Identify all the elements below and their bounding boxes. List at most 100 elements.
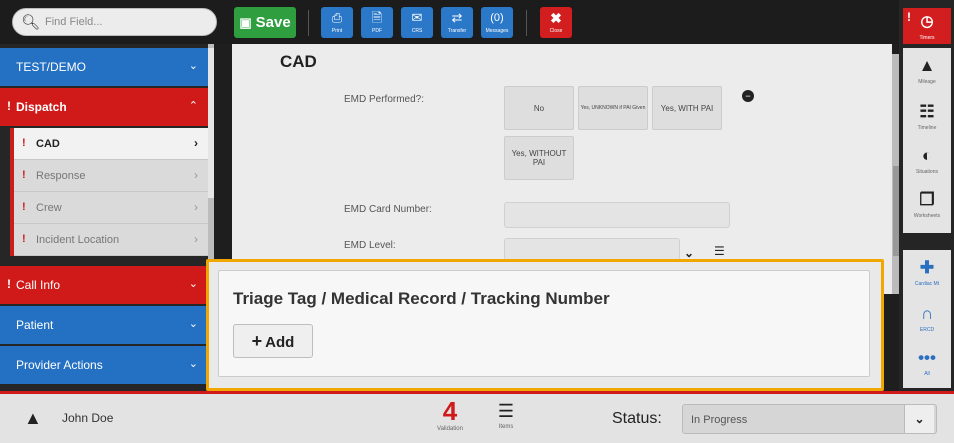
user-name: John Doe [62,411,114,425]
sidebar-item-label: Crew [36,202,62,214]
validation-button[interactable]: 4 Validation [430,396,470,432]
chevron-down-icon[interactable]: ⌄ [904,405,934,433]
rail-item-label: Situations [916,169,938,175]
rail-item-label: ERCD [919,327,935,333]
chevron-down-icon: ⌄ [188,60,198,72]
page-title: CAD [280,52,317,71]
save-icon: ▣ [239,15,252,30]
validation-count: 4 [442,396,458,426]
plus-icon: + [251,331,263,351]
sidebar-section-label: TEST/DEMO [16,60,87,74]
alert-icon: ! [22,137,26,149]
rail-item-label: All [924,371,930,377]
top-toolbar: 🔍︎ Find Field... ▣ Save ⎙ Print 🗎︎ PDF ✉ … [0,0,954,44]
ercd-button[interactable]: ∩ ERCD [903,298,951,344]
pdf-icon: 🗎︎ [371,10,383,25]
timeline-button[interactable]: ☷ Timeline [903,96,951,142]
toolbar-divider [308,10,309,36]
worksheets-button[interactable]: ❐ Worksheets [903,184,951,230]
emd-option-no[interactable]: No [504,86,574,130]
status-value: In Progress [691,414,748,426]
pdf-button[interactable]: 🗎︎ PDF [361,7,393,38]
worksheets-icon: ❐ [919,190,935,209]
crs-label: CRS [411,28,423,34]
emd-card-number-label: EMD Card Number: [344,204,432,215]
cad-panel: CAD EMD Performed?: No Yes, UNKNOWN if P… [232,44,902,294]
status-bar [10,128,14,160]
list-icon[interactable]: ☰ [714,244,725,258]
cardiac-button[interactable]: ✚ Cardiac Mt [903,252,951,298]
sidebar-section-patient[interactable]: Patient ⌄ [0,306,208,344]
sidebar-section-test-demo[interactable]: TEST/DEMO ⌄ [0,48,208,86]
rail-item-label: Cardiac Mt [914,281,940,287]
chevron-down-icon: ⌄ [188,278,198,290]
add-label: Add [265,334,295,351]
transfer-label: Transfer [447,28,467,34]
rail-item-label: Mileage [918,79,936,85]
footer-bar: ▲ John Doe 4 Validation ☰ Items Status: … [0,391,954,443]
sidebar-section-provider-actions[interactable]: Provider Actions ⌄ [0,346,208,384]
sidebar-section-call-info[interactable]: ! Call Info ⌄ [0,266,208,304]
sidebar-item-label: CAD [36,138,60,150]
sidebar-item-label: Response [36,170,86,182]
more-icon: ••• [918,348,936,367]
triage-card: Triage Tag / Medical Record / Tracking N… [218,270,870,377]
items-button[interactable]: ☰ Items [488,398,524,430]
sidebar-item-label: Incident Location [36,234,120,246]
save-button[interactable]: ▣ Save [234,7,296,38]
all-button[interactable]: ••• All [903,342,951,388]
chevron-down-icon[interactable]: ⌄ [684,246,694,260]
sidebar: TEST/DEMO ⌄ ! Dispatch ⌃ ! CAD › ! Respo… [0,44,214,391]
emd-option-yes-unknown[interactable]: Yes, UNKNOWN if PAI Given [578,86,648,130]
items-label: Items [498,424,514,430]
crs-button[interactable]: ✉ CRS [401,7,433,38]
transfer-icon: ⇄ [451,10,463,25]
status-bar [10,160,14,192]
sidebar-section-label: Dispatch [16,100,67,114]
timers-button[interactable]: ! ◷ Timers [903,8,951,44]
list-icon: ☰ [497,401,515,421]
timeline-icon: ☷ [919,102,935,121]
save-label: Save [255,14,291,31]
sidebar-item-crew[interactable]: ! Crew › [10,192,208,224]
print-label: Print [331,28,343,34]
print-button[interactable]: ⎙ Print [321,7,353,38]
sidebar-section-label: Provider Actions [16,358,103,372]
mileage-button[interactable]: ▲ Mileage [903,50,951,96]
clear-icon[interactable]: − [742,90,754,102]
sidebar-section-label: Call Info [16,278,61,292]
search-placeholder[interactable]: Find Field... [45,16,102,28]
search-box[interactable]: 🔍︎ Find Field... [12,8,217,36]
transfer-button[interactable]: ⇄ Transfer [441,7,473,38]
sidebar-item-incident-location[interactable]: ! Incident Location › [10,224,208,256]
sidebar-item-cad[interactable]: ! CAD › [10,128,208,160]
mileage-icon: ▲ [918,56,936,75]
right-rail: ! ◷ Timers ▲ Mileage ☷ Timeline ◐ Situat… [899,0,954,391]
alert-icon: ! [7,277,11,291]
messages-button[interactable]: (0) Messages [481,7,513,38]
crs-icon: ✉ [411,10,423,25]
sidebar-item-response[interactable]: ! Response › [10,160,208,192]
status-select[interactable]: In Progress ⌄ [682,404,937,434]
emd-performed-label: EMD Performed?: [344,94,425,105]
emd-option-yes-without-pai[interactable]: Yes, WITHOUT PAI [504,136,574,180]
triage-title: Triage Tag / Medical Record / Tracking N… [233,289,610,308]
sidebar-section-dispatch[interactable]: ! Dispatch ⌃ [0,88,208,126]
alert-icon: ! [907,10,911,24]
chevron-right-icon: › [194,200,198,214]
alert-icon: ! [22,201,26,213]
situations-icon: ◐ [921,146,933,165]
validation-label: Validation [437,426,463,432]
situations-button[interactable]: ◐ Situations [903,140,951,186]
close-label: Close [549,28,563,34]
chevron-right-icon: › [194,136,198,150]
alert-icon: ! [22,233,26,245]
triage-section: Triage Tag / Medical Record / Tracking N… [206,259,884,391]
add-button[interactable]: + Add [233,324,313,358]
status-bar [10,224,14,256]
chevron-right-icon: › [194,232,198,246]
emd-option-yes-with-pai[interactable]: Yes, WITH PAI [652,86,722,130]
close-button[interactable]: ✖ Close [540,7,572,38]
emd-card-number-field[interactable] [504,202,730,228]
close-icon: ✖ [550,10,562,26]
